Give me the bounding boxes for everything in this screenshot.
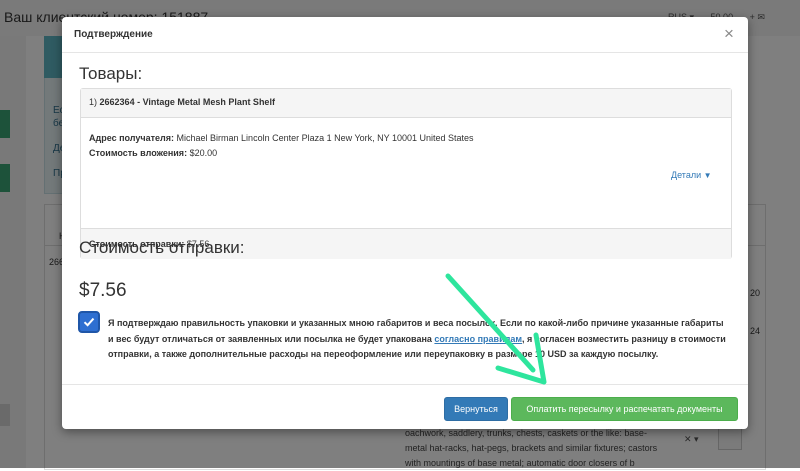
pay-and-print-button[interactable]: Оплатить пересылку и распечатать докумен… xyxy=(511,397,738,421)
shipping-cost-heading: Стоимость отправки: xyxy=(79,238,245,257)
item-panel-header: 1) 2662364 - Vintage Metal Mesh Plant Sh… xyxy=(81,89,731,118)
declared-value: Стоимость вложения: $20.00 xyxy=(89,148,217,158)
modal-footer: Вернуться Оплатить пересылку и распечата… xyxy=(62,384,748,430)
goods-heading: Товары: xyxy=(79,64,143,83)
item-number: 2662364 xyxy=(99,97,135,107)
details-label: Детали xyxy=(671,170,702,180)
address-value: Michael Birman Lincoln Center Plaza 1 Ne… xyxy=(174,133,474,143)
caret-down-icon: ▼ xyxy=(703,171,712,180)
check-icon xyxy=(83,317,95,327)
declared-value-amount: $20.00 xyxy=(187,148,218,158)
address-label: Адрес получателя: xyxy=(89,133,175,143)
recipient-address: Адрес получателя: Michael Birman Lincoln… xyxy=(89,133,474,143)
total-price: $7.56 xyxy=(79,280,127,301)
agree-checkbox[interactable] xyxy=(78,311,100,333)
item-title: 1) 2662364 - Vintage Metal Mesh Plant Sh… xyxy=(89,97,275,107)
item-panel: 1) 2662364 - Vintage Metal Mesh Plant Sh… xyxy=(80,88,732,259)
rules-link[interactable]: согласно правилам xyxy=(434,334,522,344)
close-icon[interactable]: × xyxy=(724,24,734,44)
details-toggle[interactable]: Детали ▼ xyxy=(671,170,712,180)
item-index: 1) xyxy=(89,97,98,107)
declared-value-label: Стоимость вложения: xyxy=(89,148,188,158)
confirmation-modal: Подтверждение × Товары: 1) 2662364 - Vin… xyxy=(62,17,748,429)
modal-header: Подтверждение × xyxy=(62,17,748,53)
agree-text: Я подтверждаю правильность упаковки и ук… xyxy=(108,316,728,363)
item-name: - Vintage Metal Mesh Plant Shelf xyxy=(134,97,275,107)
back-button[interactable]: Вернуться xyxy=(444,397,508,421)
modal-body: Товары: 1) 2662364 - Vintage Metal Mesh … xyxy=(62,53,748,384)
modal-title: Подтверждение xyxy=(74,29,153,40)
